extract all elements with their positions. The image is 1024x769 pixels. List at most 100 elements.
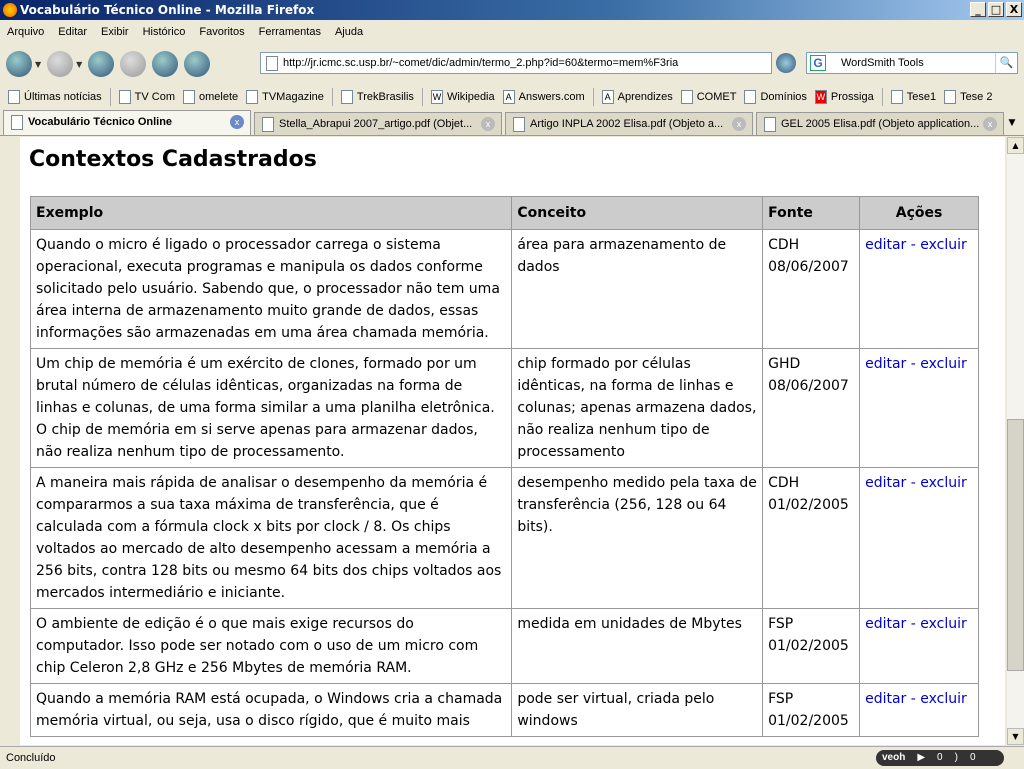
page-title: Contextos Cadastrados	[29, 147, 317, 172]
tv-icon	[118, 90, 131, 104]
header-conceito: Conceito	[511, 196, 764, 230]
exemplo-cell: Um chip de memória é um exército de clon…	[29, 348, 513, 468]
forward-dropdown-icon[interactable]: ▼	[76, 60, 82, 69]
exemplo-cell: A maneira mais rápida de analisar o dese…	[29, 467, 513, 609]
rss-icon	[8, 90, 20, 104]
new-tab-button[interactable]	[184, 51, 211, 77]
video-count: 0	[937, 752, 943, 763]
close-button[interactable]: X	[1006, 2, 1022, 17]
conceito-cell: chip formado por células idênticas, na f…	[511, 348, 764, 468]
page-icon	[944, 90, 957, 104]
bookmark-tese2[interactable]: Tese 2	[944, 90, 992, 104]
fonte-date: 08/06/2007	[768, 259, 849, 275]
separator: -	[906, 475, 921, 491]
page-icon	[744, 90, 757, 104]
maximize-button[interactable]: □	[988, 2, 1004, 17]
fonte-source: FSP	[768, 616, 794, 632]
fonte-source: CDH	[768, 475, 800, 491]
tab-stella[interactable]: Stella_Abrapui 2007_artigo.pdf (Objet...…	[254, 112, 502, 135]
delete-link[interactable]: excluir	[920, 475, 967, 491]
stop-button[interactable]	[120, 51, 147, 77]
tab-inpla[interactable]: Artigo INPLA 2002 Elisa.pdf (Objeto a...…	[505, 112, 753, 135]
scroll-up-button[interactable]: ▲	[1007, 137, 1024, 154]
bookmark-omelete[interactable]: omelete	[182, 90, 238, 104]
go-button[interactable]	[776, 53, 796, 73]
title-bar: Vocabulário Técnico Online - Mozilla Fir…	[0, 0, 1024, 20]
vertical-scrollbar[interactable]: ▲ ▼	[1007, 137, 1024, 745]
edit-link[interactable]: editar	[865, 475, 906, 491]
separator: -	[906, 691, 921, 707]
menu-exibir[interactable]: Exibir	[101, 26, 129, 38]
menu-ajuda[interactable]: Ajuda	[335, 26, 363, 38]
tab-gel[interactable]: GEL 2005 Elisa.pdf (Objeto application..…	[756, 112, 1004, 135]
edit-link[interactable]: editar	[865, 356, 906, 372]
separator: -	[906, 616, 921, 632]
menu-favoritos[interactable]: Favoritos	[199, 26, 244, 38]
delete-link[interactable]: excluir	[920, 616, 967, 632]
answers-icon: A	[601, 90, 614, 104]
conceito-cell: medida em unidades de Mbytes	[511, 608, 764, 684]
fonte-cell: FSP 01/02/2005	[762, 608, 861, 684]
prossiga-icon: W	[814, 90, 827, 104]
tab-vocabulario[interactable]: Vocabulário Técnico Online x	[3, 110, 251, 135]
bookmark-answers[interactable]: A Answers.com	[502, 90, 585, 104]
home-button[interactable]	[152, 51, 179, 77]
fonte-date: 01/02/2005	[768, 638, 849, 654]
scroll-down-button[interactable]: ▼	[1007, 728, 1024, 745]
delete-link[interactable]: excluir	[920, 691, 967, 707]
menu-historico[interactable]: Histórico	[143, 26, 186, 38]
tab-list-button[interactable]: ▼	[1004, 113, 1020, 133]
back-dropdown-icon[interactable]: ▼	[35, 60, 41, 69]
edit-link[interactable]: editar	[865, 237, 906, 253]
bookmark-ultimas-noticias[interactable]: Últimas notícias	[8, 90, 102, 104]
status-text: Concluído	[6, 752, 56, 764]
table-row: Um chip de memória é um exército de clon…	[29, 348, 979, 468]
menu-arquivo[interactable]: Arquivo	[7, 26, 44, 38]
acoes-cell: editar - excluir	[859, 608, 979, 684]
bookmark-aprendizes[interactable]: A Aprendizes	[601, 90, 673, 104]
bookmark-comet[interactable]: COMET	[680, 90, 736, 104]
url-input[interactable]: http://jr.icmc.sc.usp.br/~comet/dic/admi…	[260, 52, 772, 74]
search-input[interactable]: G WordSmith Tools 🔍	[806, 52, 1018, 74]
close-tab-icon[interactable]: x	[481, 117, 495, 131]
exemplo-cell: O ambiente de edição é o que mais exige …	[29, 608, 513, 684]
reload-button[interactable]	[88, 51, 115, 77]
veoh-widget[interactable]: veoh ▶ 0) 0	[876, 750, 1004, 766]
omelete-icon	[182, 90, 195, 104]
google-icon[interactable]: G	[810, 55, 826, 71]
bookmark-tese1[interactable]: Tese1	[890, 90, 936, 104]
minimize-button[interactable]: _	[970, 2, 986, 17]
edit-link[interactable]: editar	[865, 616, 906, 632]
acoes-cell: editar - excluir	[859, 229, 979, 349]
forward-button[interactable]	[47, 51, 74, 77]
bookmark-prossiga[interactable]: W Prossiga	[814, 90, 874, 104]
bookmark-trekbrasilis[interactable]: TrekBrasilis	[340, 90, 414, 104]
fonte-source: CDH	[768, 237, 800, 253]
close-tab-icon[interactable]: x	[230, 115, 244, 129]
search-icon[interactable]: 🔍	[995, 53, 1017, 73]
menu-editar[interactable]: Editar	[58, 26, 87, 38]
edit-link[interactable]: editar	[865, 691, 906, 707]
bookmark-wikipedia[interactable]: W Wikipedia	[430, 90, 495, 104]
back-button[interactable]	[6, 51, 32, 77]
fonte-cell: GHD 08/06/2007	[762, 348, 861, 468]
acoes-cell: editar - excluir	[859, 348, 979, 468]
page-icon	[680, 90, 693, 104]
veoh-logo: veoh	[882, 752, 906, 763]
delete-link[interactable]: excluir	[920, 356, 967, 372]
fonte-source: GHD	[768, 356, 801, 372]
bookmark-dominios[interactable]: Domínios	[744, 90, 807, 104]
status-bar: Concluído veoh ▶ 0) 0	[0, 746, 1024, 768]
bookmark-tvmagazine[interactable]: TVMagazine	[246, 90, 324, 104]
menu-ferramentas[interactable]: Ferramentas	[259, 26, 321, 38]
exemplo-cell: Quando o micro é ligado o processador ca…	[29, 229, 513, 349]
fonte-cell: CDH 08/06/2007	[762, 229, 861, 349]
fonte-date: 01/02/2005	[768, 497, 849, 513]
close-tab-icon[interactable]: x	[732, 117, 746, 131]
scroll-thumb[interactable]	[1007, 419, 1024, 671]
conceito-cell: pode ser virtual, criada pelo windows	[511, 683, 764, 737]
close-tab-icon[interactable]: x	[983, 117, 997, 131]
delete-link[interactable]: excluir	[920, 237, 967, 253]
fonte-cell: CDH 01/02/2005	[762, 467, 861, 609]
bookmark-tv-com[interactable]: TV Com	[118, 90, 175, 104]
